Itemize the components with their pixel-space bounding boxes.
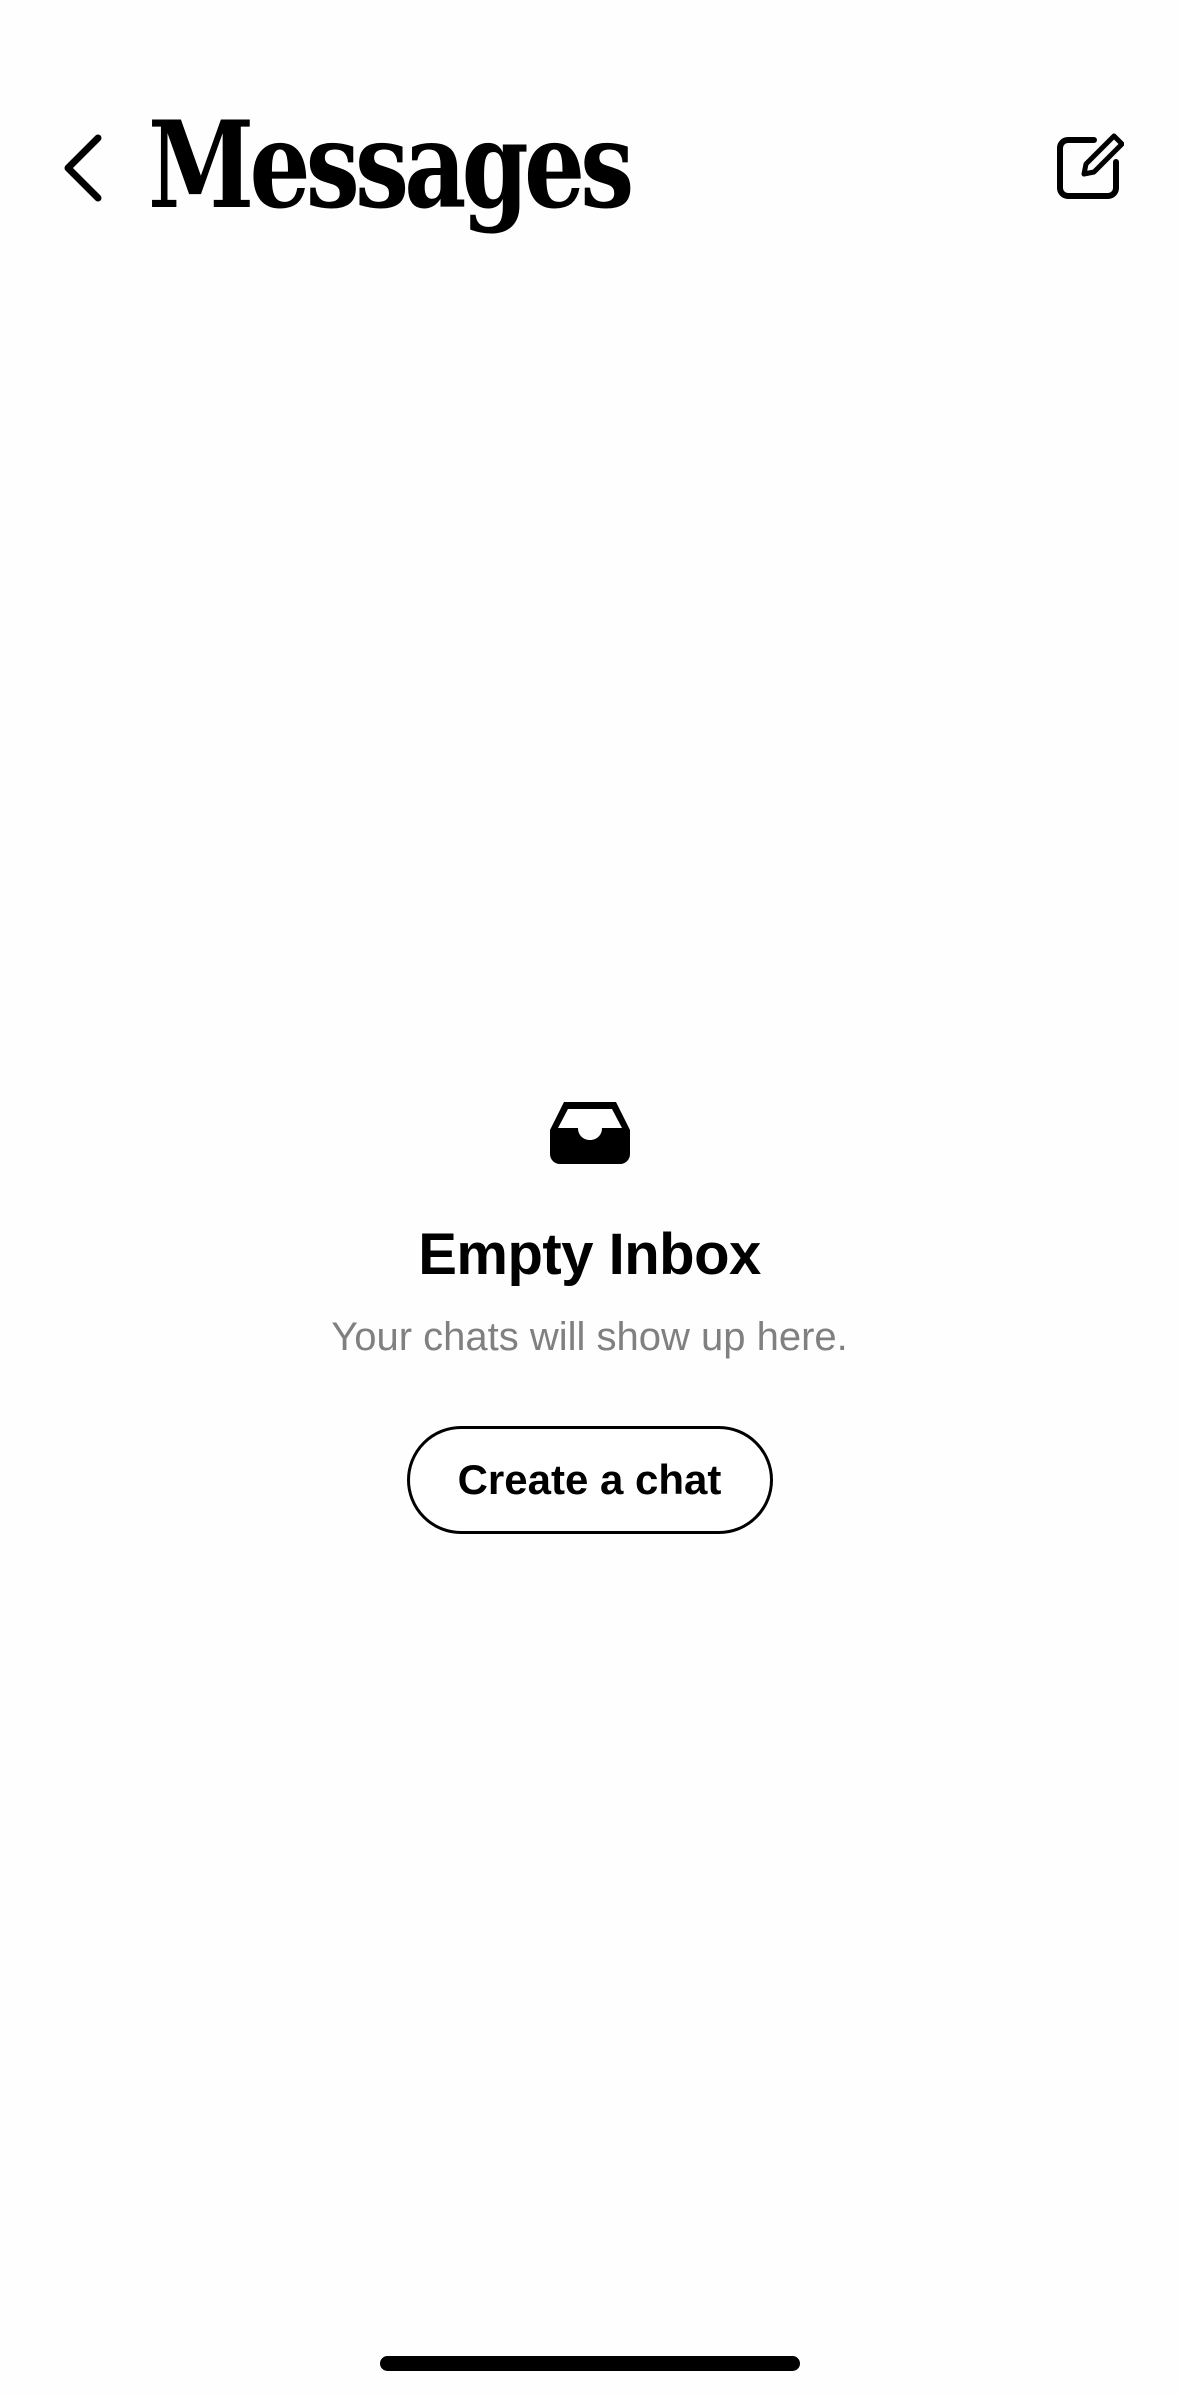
compose-button[interactable] [1050, 128, 1128, 206]
page-title: Messages [148, 95, 634, 236]
empty-title: Empty Inbox [418, 1222, 761, 1287]
top-nav-bar: Messages [0, 0, 1179, 260]
create-chat-button[interactable]: Create a chat [406, 1426, 773, 1534]
back-button[interactable] [52, 128, 112, 208]
inbox-tray-icon [549, 1102, 630, 1164]
compose-icon [1057, 133, 1124, 199]
empty-state: Empty Inbox Your chats will show up here… [0, 1100, 1179, 1534]
empty-subtitle: Your chats will show up here. [331, 1315, 848, 1359]
chevron-left-icon [64, 134, 102, 202]
home-indicator [380, 2356, 800, 2371]
